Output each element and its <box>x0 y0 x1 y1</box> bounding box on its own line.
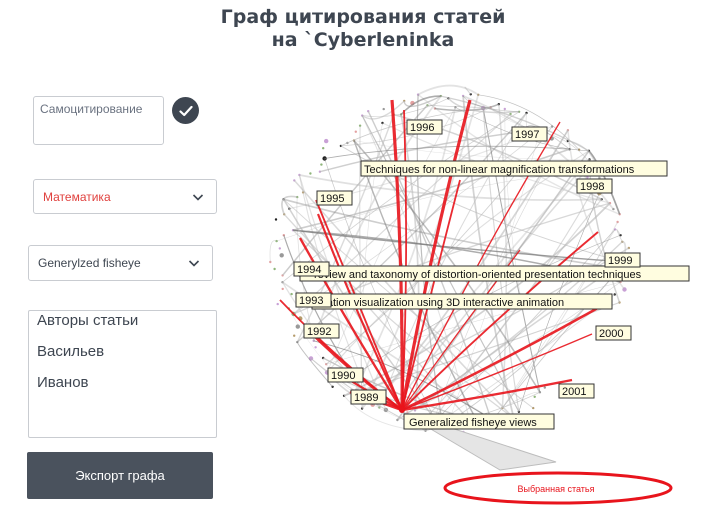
citation-graph[interactable]: Выбранная статья Techniques for non-line… <box>0 0 726 521</box>
graph-node <box>533 395 536 398</box>
graph-node <box>293 334 296 337</box>
svg-text:1998: 1998 <box>580 181 604 193</box>
year-label: 2001 <box>558 383 595 399</box>
graph-edge <box>361 115 520 413</box>
year-label: 1999 <box>604 252 641 268</box>
year-label: 1998 <box>576 178 613 194</box>
article-title-label[interactable]: Generalized fisheye views <box>403 413 555 430</box>
graph-node <box>314 346 317 349</box>
graph-node <box>309 172 312 175</box>
svg-text:Generalized fisheye views: Generalized fisheye views <box>409 417 537 429</box>
svg-text:1993: 1993 <box>299 295 323 307</box>
article-title-label[interactable]: Techniques for non-linear magnification … <box>360 160 668 177</box>
year-label: 1993 <box>295 292 332 308</box>
svg-text:1990: 1990 <box>331 370 355 382</box>
year-label: 1994 <box>293 261 330 277</box>
article-title-label[interactable]: rmation visualization using 3D interacti… <box>311 293 613 310</box>
graph-edge <box>417 84 479 96</box>
selected-node[interactable] <box>399 407 405 413</box>
svg-text:2001: 2001 <box>562 386 586 398</box>
svg-text:1999: 1999 <box>608 255 632 267</box>
svg-text:1995: 1995 <box>320 193 344 205</box>
callout-label: Выбранная статья <box>518 484 595 494</box>
year-label: 1989 <box>350 389 387 405</box>
svg-text:1994: 1994 <box>297 264 321 276</box>
year-label: 1995 <box>316 190 353 206</box>
graph-node <box>274 218 278 221</box>
svg-text:Techniques for non-linear magn: Techniques for non-linear magnification … <box>364 164 635 176</box>
graph-edges <box>269 84 630 432</box>
year-label: 1997 <box>511 126 548 142</box>
graph-node <box>324 138 329 144</box>
graph-node <box>543 386 546 389</box>
graph-node <box>382 107 385 111</box>
graph-node <box>322 147 325 150</box>
svg-text:rmation visualization using 3D: rmation visualization using 3D interacti… <box>314 297 564 309</box>
graph-node <box>278 247 281 250</box>
graph-edge <box>525 112 528 128</box>
svg-text:2000: 2000 <box>599 328 623 340</box>
graph-node <box>273 267 276 271</box>
graph-node <box>279 253 284 258</box>
graph-node <box>354 130 357 133</box>
year-label: 2000 <box>595 325 632 341</box>
svg-text:review and taxonomy of distort: review and taxonomy of distortion-orient… <box>314 269 642 281</box>
graph-node <box>281 287 284 291</box>
year-label: 1996 <box>406 119 443 135</box>
article-title-label[interactable]: review and taxonomy of distortion-orient… <box>299 265 690 282</box>
graph-edge <box>269 240 277 263</box>
graph-node <box>276 302 279 306</box>
svg-text:1996: 1996 <box>410 122 434 134</box>
year-label: 1992 <box>303 323 340 339</box>
graph-node <box>320 163 323 166</box>
year-label: 1990 <box>327 367 364 383</box>
svg-text:1992: 1992 <box>307 326 331 338</box>
svg-text:1997: 1997 <box>515 129 539 141</box>
svg-text:1989: 1989 <box>354 392 378 404</box>
